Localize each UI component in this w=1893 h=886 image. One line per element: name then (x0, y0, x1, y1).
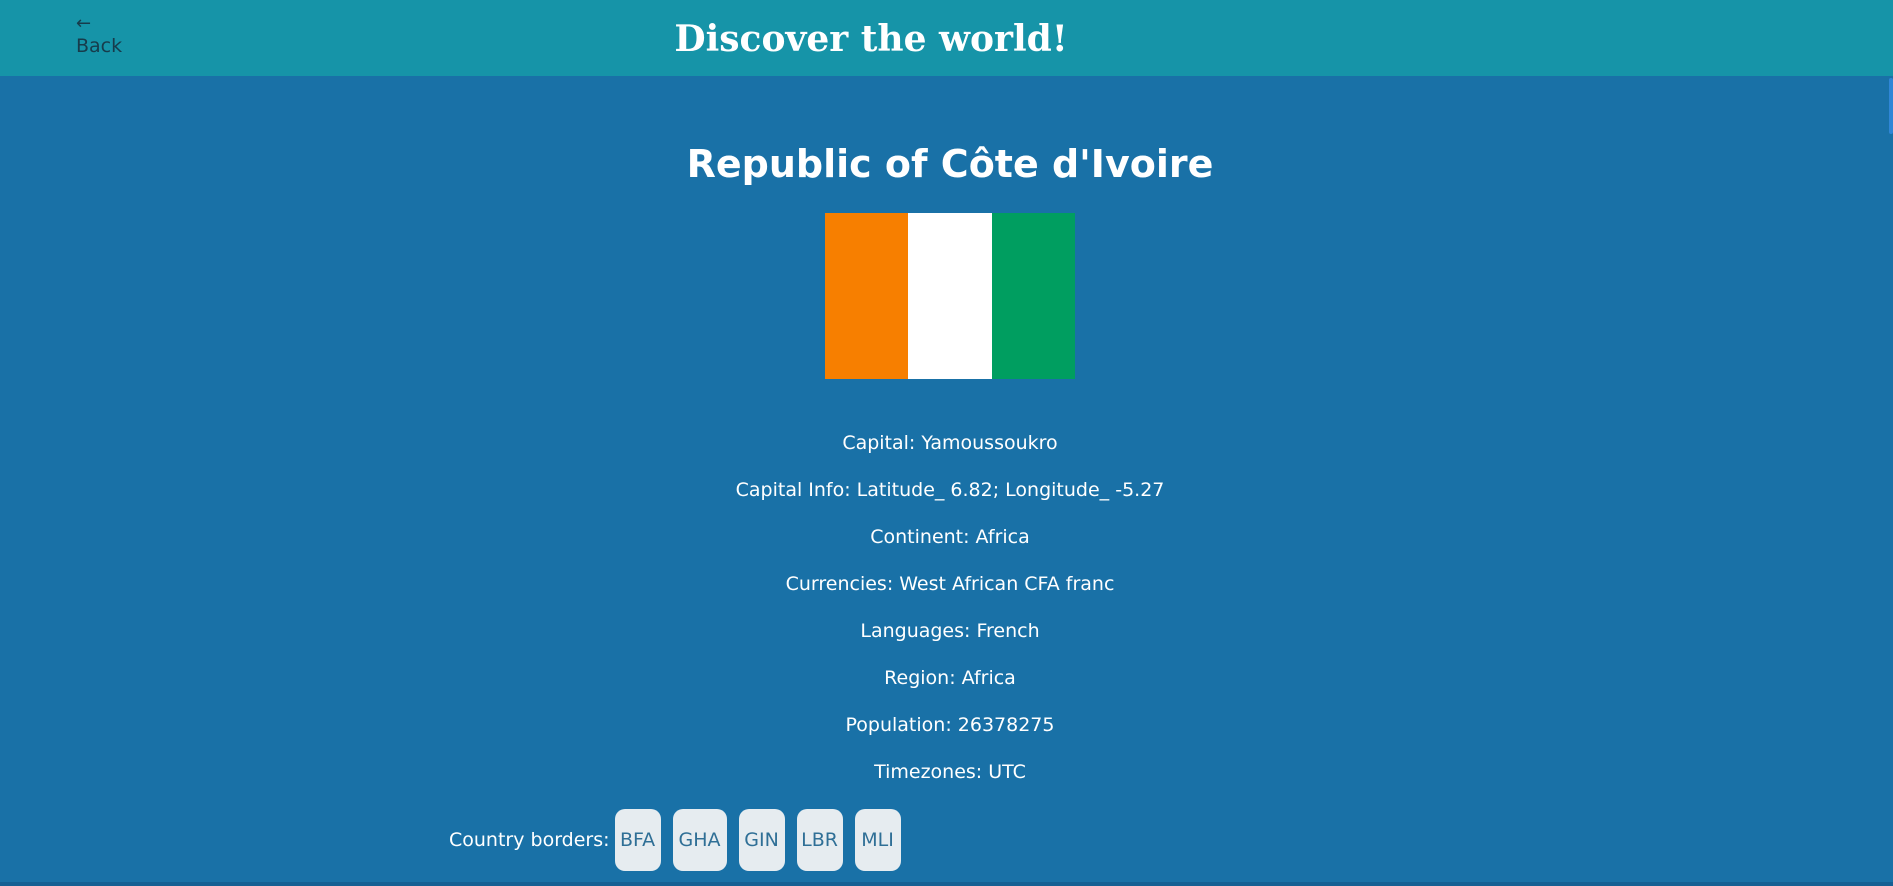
region-text: Region: Africa (884, 667, 1016, 689)
timezones-text: Timezones: UTC (874, 761, 1026, 783)
border-button-lbr[interactable]: LBR (796, 809, 843, 871)
flag-stripe-white (908, 213, 992, 379)
border-button-gha[interactable]: GHA (672, 809, 727, 871)
border-button-mli[interactable]: MLI (854, 809, 901, 871)
top-header-bar: ← Back Discover the world! (0, 0, 1893, 76)
site-title: Discover the world! (674, 18, 1068, 60)
bottom-divider (0, 882, 1893, 886)
flag-stripe-green (991, 213, 1075, 379)
border-button-gin[interactable]: GIN (738, 809, 785, 871)
country-name: Republic of Côte d'Ivoire (686, 142, 1214, 186)
country-flag (825, 213, 1075, 379)
flag-stripe-orange (825, 213, 909, 379)
capital-info-text: Capital Info: Latitude_ 6.82; Longitude_… (735, 479, 1165, 501)
border-button-bfa[interactable]: BFA (614, 809, 661, 871)
capital-text: Capital: Yamoussoukro (842, 432, 1058, 454)
population-text: Population: 26378275 (845, 714, 1055, 736)
scrollbar-thumb[interactable] (1889, 78, 1893, 134)
continent-text: Continent: Africa (870, 526, 1030, 548)
country-borders: Country borders: BFA GHA GIN LBR MLI (449, 809, 913, 871)
currencies-text: Currencies: West African CFA franc (785, 573, 1115, 595)
languages-text: Languages: French (860, 620, 1040, 642)
borders-label: Country borders: (449, 829, 610, 851)
